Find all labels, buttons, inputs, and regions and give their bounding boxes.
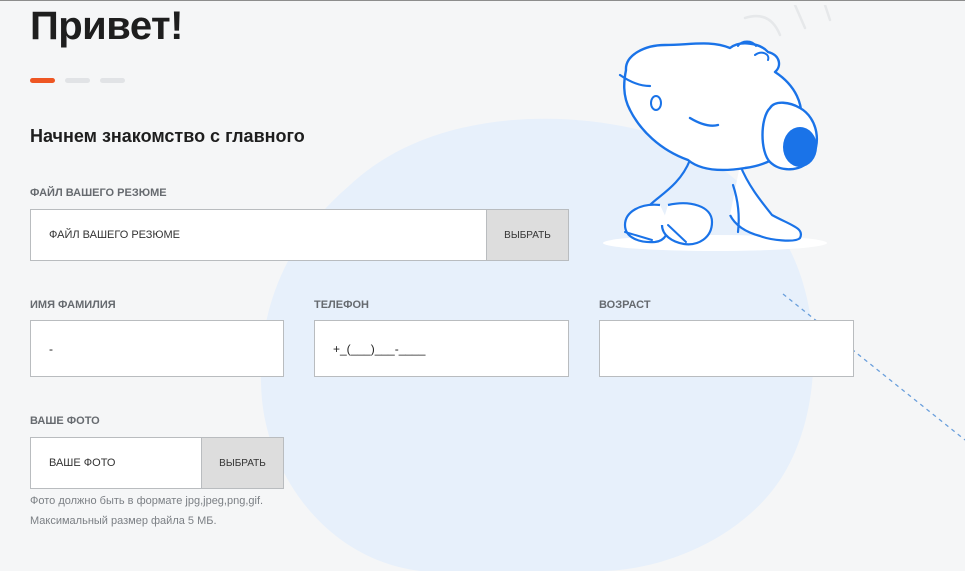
photo-file-field[interactable]: ВАШЕ ФОТО ВЫБРАТЬ xyxy=(30,437,284,489)
resume-choose-button[interactable]: ВЫБРАТЬ xyxy=(486,210,568,260)
photo-choose-button[interactable]: ВЫБРАТЬ xyxy=(201,438,283,488)
step-3 xyxy=(100,78,125,83)
page-title: Привет! xyxy=(30,4,183,48)
age-input[interactable] xyxy=(599,320,854,377)
step-indicator xyxy=(30,78,125,83)
photo-label: ВАШЕ ФОТО xyxy=(30,415,100,427)
age-label: ВОЗРАСТ xyxy=(599,299,651,311)
phone-input[interactable]: +_(___)___-____ xyxy=(314,320,569,377)
photo-hint: Фото должно быть в формате jpg,jpeg,png,… xyxy=(30,495,264,527)
photo-file-placeholder: ВАШЕ ФОТО xyxy=(49,457,116,469)
resume-label: ФАЙЛ ВАШЕГО РЕЗЮМЕ xyxy=(30,187,167,199)
mascot-illustration xyxy=(603,5,832,251)
resume-file-field[interactable]: ФАЙЛ ВАШЕГО РЕЗЮМЕ ВЫБРАТЬ xyxy=(30,209,569,261)
page-subtitle: Начнем знакомство с главного xyxy=(30,126,305,146)
name-input[interactable]: - xyxy=(30,320,284,377)
step-1 xyxy=(30,78,55,83)
phone-label: ТЕЛЕФОН xyxy=(314,299,369,311)
resume-file-placeholder: ФАЙЛ ВАШЕГО РЕЗЮМЕ xyxy=(49,229,181,241)
name-label: ИМЯ ФАМИЛИЯ xyxy=(30,299,116,311)
phone-value: +_(___)___-____ xyxy=(333,341,426,356)
step-2 xyxy=(65,78,90,83)
name-value: - xyxy=(49,341,53,356)
